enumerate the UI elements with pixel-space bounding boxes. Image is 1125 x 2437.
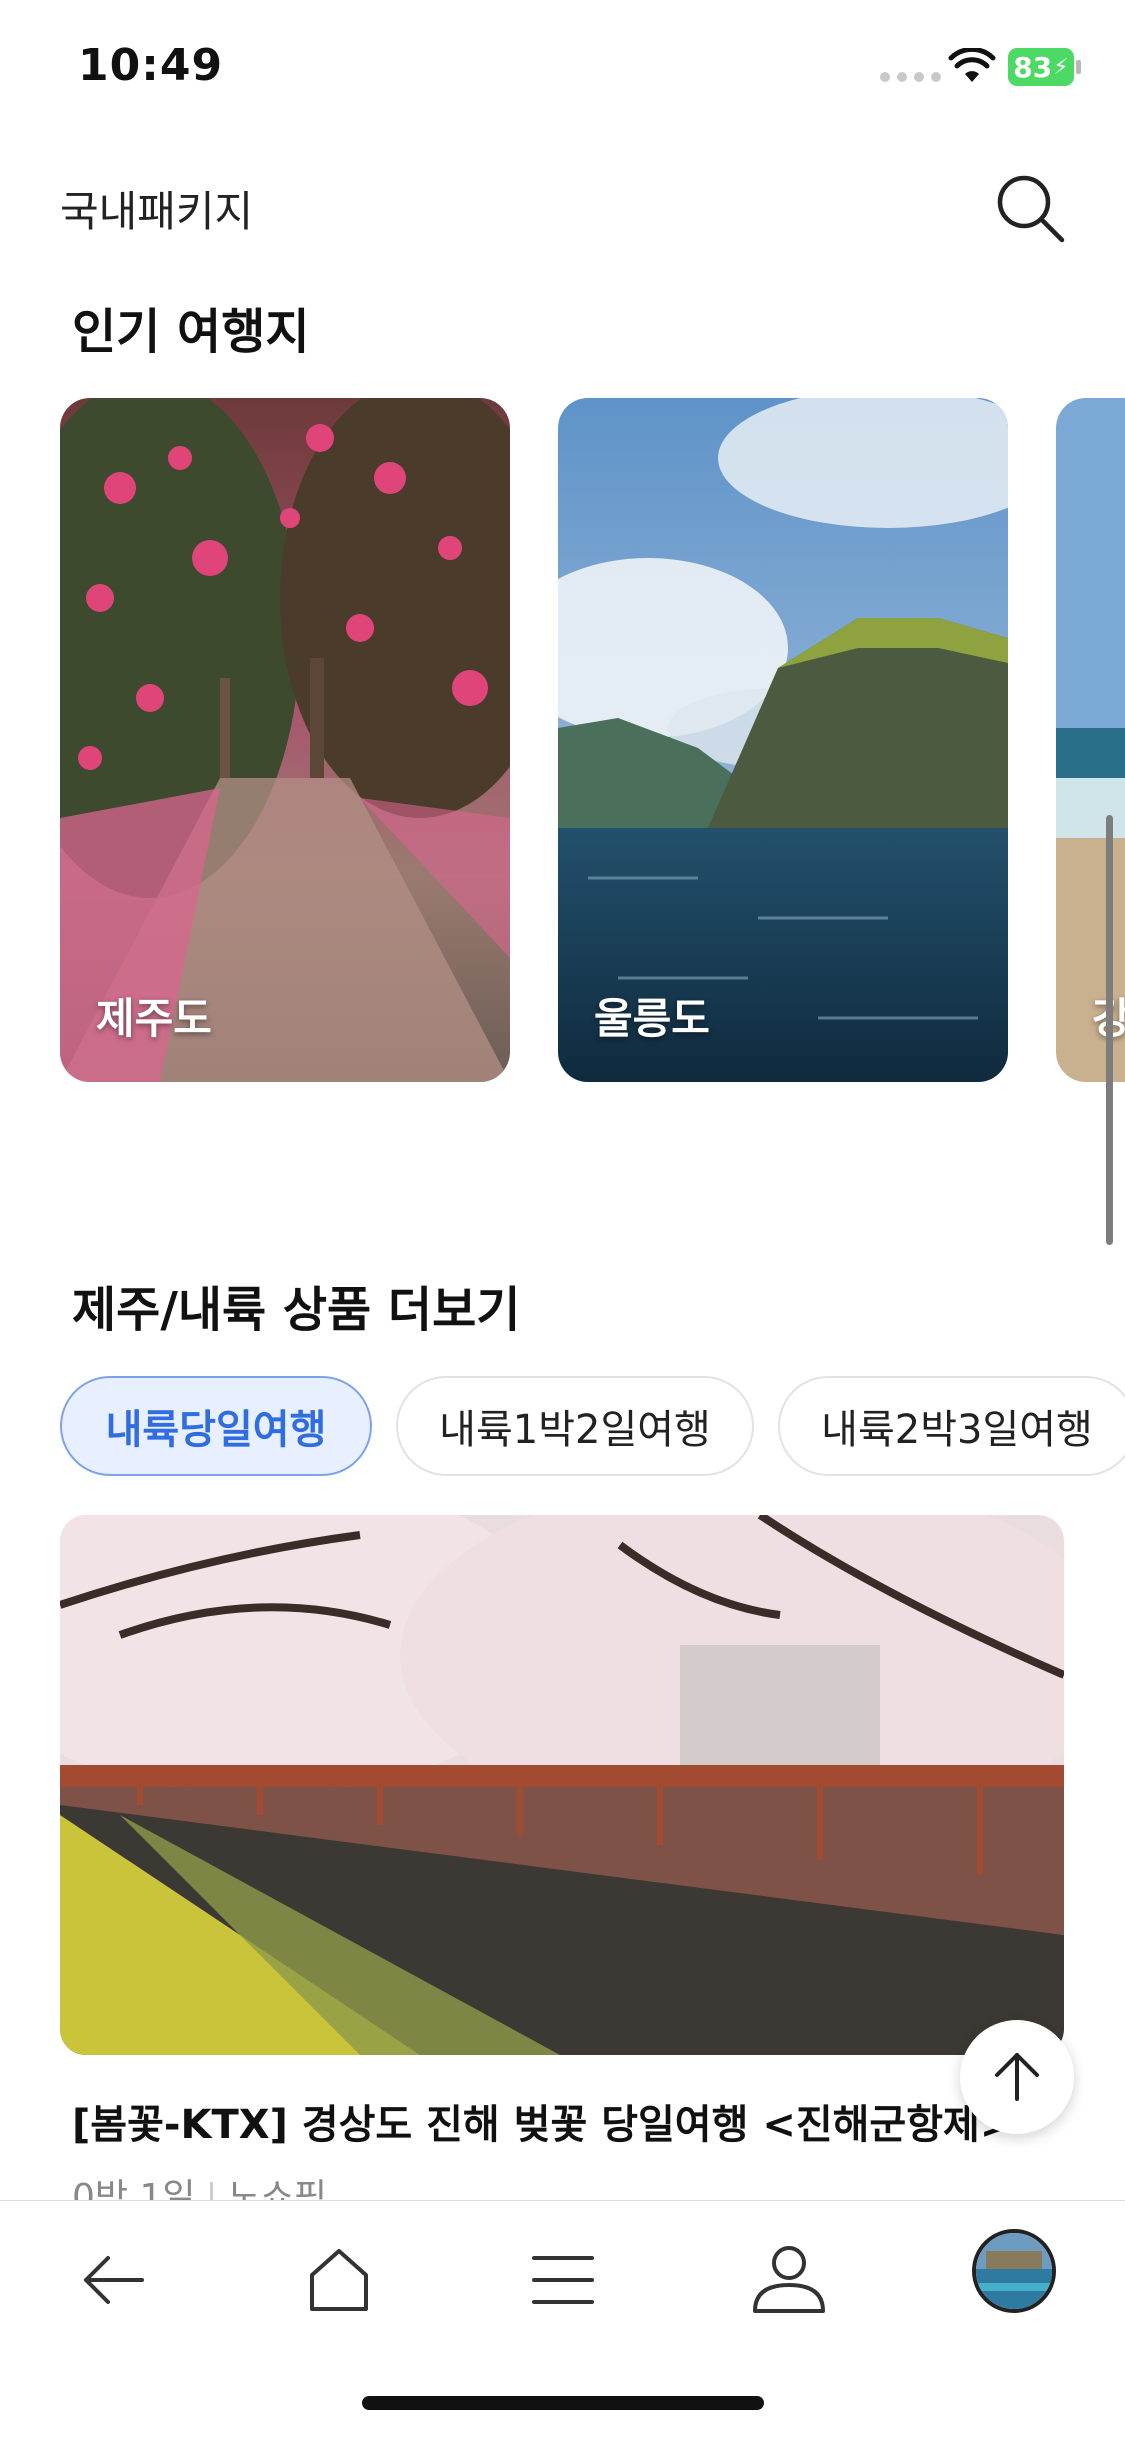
status-time: 10:49 xyxy=(78,40,224,91)
products-section-title: 제주/내륙 상품 더보기 xyxy=(72,1282,521,1338)
home-button[interactable] xyxy=(294,2235,384,2325)
chip-day-trip[interactable]: 내륙당일여행 xyxy=(60,1376,372,1476)
home-indicator xyxy=(362,2396,764,2410)
cherry-blossom-photo xyxy=(60,1515,1064,2055)
menu-button[interactable] xyxy=(518,2235,608,2325)
arrow-up-icon xyxy=(995,2053,1039,2101)
profile-button[interactable] xyxy=(744,2235,834,2325)
chip-2nights-3days[interactable]: 내륙2박3일여행 xyxy=(778,1376,1125,1476)
beach-photo xyxy=(1056,398,1125,1082)
popular-section-title: 인기 여행지 xyxy=(72,304,310,360)
scroll-to-top-button[interactable] xyxy=(960,2020,1074,2134)
page-title: 국내패키지 xyxy=(60,187,254,236)
menu-icon xyxy=(532,2256,594,2304)
destination-label: 제주도 xyxy=(96,994,212,1043)
avatar-photo xyxy=(976,2233,1052,2309)
battery-icon: 83 ⚡ xyxy=(1008,48,1074,86)
back-icon xyxy=(84,2256,144,2304)
destination-label: 울릉도 xyxy=(594,994,710,1043)
back-button[interactable] xyxy=(68,2235,158,2325)
search-button[interactable] xyxy=(990,168,1070,248)
status-bar: 10:49 83 ⚡ xyxy=(0,0,1125,130)
product-title[interactable]: [봄꽃-KTX] 경상도 진해 벚꽃 당일여행 <진해군항제> xyxy=(72,2092,1013,2150)
chip-1night-2days[interactable]: 내륙1박2일여행 xyxy=(396,1376,754,1476)
wifi-icon xyxy=(948,48,996,82)
destination-card-jeju[interactable]: 제주도 xyxy=(60,398,510,1082)
scrollbar[interactable] xyxy=(1106,815,1113,1245)
ulleung-photo xyxy=(558,398,1008,1082)
cellular-signal-icon xyxy=(880,72,941,82)
jeju-photo xyxy=(60,398,510,1082)
battery-tip xyxy=(1076,60,1081,74)
search-icon xyxy=(997,175,1065,243)
profile-icon xyxy=(753,2246,825,2313)
product-image[interactable] xyxy=(60,1515,1064,2055)
destination-card-ulleung[interactable]: 울릉도 xyxy=(558,398,1008,1082)
destination-card-partial[interactable]: 강 xyxy=(1056,398,1125,1082)
home-icon xyxy=(310,2249,368,2311)
avatar[interactable] xyxy=(972,2229,1056,2313)
battery-level: 83 xyxy=(1013,50,1053,84)
